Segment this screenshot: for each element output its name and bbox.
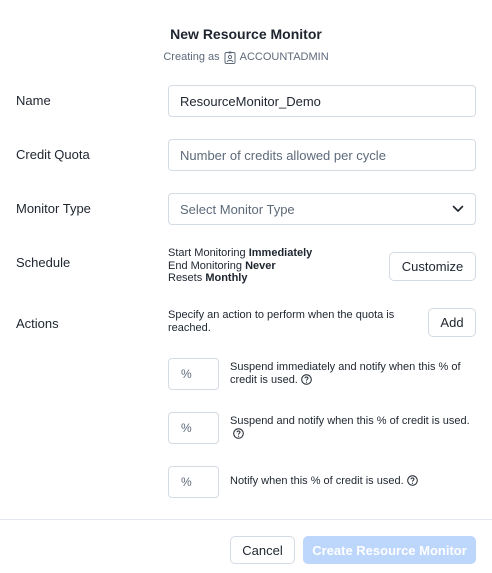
dialog-header: New Resource Monitor Creating as ACCOUNT…: [0, 26, 492, 64]
credit-quota-label: Credit Quota: [16, 147, 90, 162]
creating-as-label: Creating as: [163, 51, 220, 63]
schedule-resets-line: Resets Monthly: [168, 272, 248, 284]
footer-divider: [0, 519, 492, 520]
help-icon[interactable]: [233, 428, 244, 439]
schedule-start-line: Start Monitoring Immediately: [168, 247, 313, 259]
user-badge-icon: [224, 51, 236, 64]
schedule-end-value: Never: [245, 259, 276, 272]
dialog-title: New Resource Monitor: [170, 26, 322, 42]
name-label: Name: [16, 93, 51, 108]
schedule-summary: Start Monitoring Immediately End Monitor…: [168, 247, 312, 285]
action-description: Suspend and notify when this % of credit…: [230, 415, 476, 441]
schedule-start-value: Immediately: [248, 247, 313, 259]
schedule-label: Schedule: [16, 255, 71, 270]
actions-description: Specify an action to perform when the qu…: [168, 309, 395, 334]
action-description: Suspend immediately and notify when this…: [230, 361, 461, 386]
action-percent-input[interactable]: %: [168, 412, 219, 444]
help-icon[interactable]: [301, 374, 312, 385]
name-field[interactable]: [168, 85, 476, 117]
action-description: Notify when this % of credit is used.: [230, 475, 476, 488]
credit-quota-input[interactable]: [169, 140, 475, 170]
schedule-resets-value: Monthly: [205, 272, 248, 284]
monitor-type-value: Select Monitor Type: [180, 201, 295, 217]
monitor-type-select[interactable]: Select Monitor Type: [168, 193, 476, 225]
add-action-button[interactable]: Add: [428, 308, 476, 337]
role-name: ACCOUNTADMIN: [239, 51, 329, 63]
create-resource-monitor-button[interactable]: Create Resource Monitor: [303, 536, 476, 564]
chevron-down-icon: [452, 205, 464, 212]
customize-button[interactable]: Customize: [389, 252, 476, 281]
actions-label: Actions: [16, 316, 59, 331]
schedule-end-line: End Monitoring Never: [168, 259, 276, 272]
action-percent-input[interactable]: %: [168, 466, 219, 498]
name-input[interactable]: [169, 86, 475, 116]
help-icon[interactable]: [406, 475, 418, 486]
action-percent-input[interactable]: %: [168, 358, 219, 390]
cancel-button[interactable]: Cancel: [230, 536, 295, 564]
monitor-type-label: Monitor Type: [16, 201, 91, 216]
creating-as-line: Creating as ACCOUNTADMIN: [0, 50, 492, 64]
credit-quota-field[interactable]: [168, 139, 476, 171]
